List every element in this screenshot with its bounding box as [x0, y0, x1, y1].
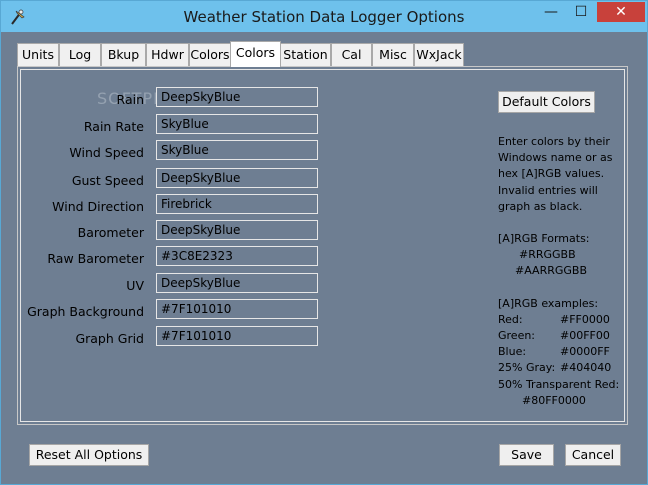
- graph-background-color-field[interactable]: [156, 299, 318, 319]
- transparent-example-name: 50% Transparent Red:: [498, 377, 620, 391]
- uv-color-field[interactable]: [156, 273, 318, 293]
- barometer-color-field[interactable]: [156, 220, 318, 240]
- minimize-button[interactable]: —: [537, 2, 565, 22]
- raw-barometer-color-field[interactable]: [156, 246, 318, 266]
- maximize-button[interactable]: ☐: [567, 2, 595, 22]
- gust-speed-label: Gust Speed: [71, 173, 144, 188]
- example-name: Red:: [498, 312, 523, 326]
- options-window: Weather Station Data Logger Options — ☐ …: [0, 0, 648, 485]
- raw-barometer-label: Raw Barometer: [47, 251, 144, 266]
- gust-speed-color-field[interactable]: [156, 168, 318, 188]
- example-row: 25% Gray: #404040: [498, 360, 619, 376]
- help-line: Enter colors by their: [498, 135, 610, 148]
- transparent-example-value: #80FF0000: [522, 393, 586, 407]
- example-value: #00FF00: [560, 329, 610, 343]
- wind-speed-color-field[interactable]: [156, 140, 318, 160]
- uv-label: UV: [126, 278, 144, 293]
- formats-title: [A]RGB Formats:: [498, 232, 590, 246]
- help-line: hex [A]RGB values.: [498, 167, 605, 181]
- example-row: Blue: #0000FF: [498, 344, 619, 360]
- format-item: #AARRGGBB: [515, 264, 587, 278]
- close-button[interactable]: ✕: [597, 2, 645, 22]
- example-name: 25% Gray:: [498, 361, 556, 375]
- help-line: graph as black.: [498, 199, 583, 213]
- tab-colors-1[interactable]: Colors: [189, 43, 231, 66]
- tab-bkup[interactable]: Bkup: [101, 43, 146, 66]
- tab-wxjack[interactable]: WxJack: [414, 43, 464, 66]
- reset-all-options-button[interactable]: Reset All Options: [29, 444, 149, 466]
- tab-misc[interactable]: Misc: [372, 43, 414, 66]
- graph-grid-label: Graph Grid: [75, 331, 144, 346]
- tab-station[interactable]: Station: [280, 43, 331, 66]
- graph-grid-color-field[interactable]: [156, 326, 318, 346]
- graph-background-label: Graph Background: [27, 304, 144, 319]
- color-help-text: Enter colors by their Windows name or as…: [498, 134, 619, 409]
- example-value: #0000FF: [560, 345, 610, 359]
- format-item: #RRGGBB: [519, 248, 576, 262]
- barometer-label: Barometer: [77, 225, 144, 240]
- example-name: Green:: [498, 329, 536, 343]
- example-row: Red: #FF0000: [498, 312, 619, 328]
- example-row: Green: #00FF00: [498, 328, 619, 344]
- help-line: Windows name or as: [498, 151, 613, 165]
- save-button[interactable]: Save: [499, 444, 554, 466]
- title-bar[interactable]: Weather Station Data Logger Options — ☐ …: [1, 1, 647, 32]
- example-value: #FF0000: [560, 312, 610, 326]
- cancel-button[interactable]: Cancel: [565, 444, 621, 466]
- tab-cal[interactable]: Cal: [331, 43, 372, 66]
- tab-colors-2[interactable]: Colors: [230, 41, 281, 67]
- rain-color-field[interactable]: [156, 87, 318, 107]
- tab-log[interactable]: Log: [59, 43, 101, 66]
- tab-hdwr[interactable]: Hdwr: [146, 43, 189, 66]
- help-line: Invalid entries will: [498, 183, 598, 197]
- wind-direction-color-field[interactable]: [156, 194, 318, 214]
- wind-direction-label: Wind Direction: [52, 199, 144, 214]
- tab-units[interactable]: Units: [17, 43, 59, 66]
- example-name: Blue:: [498, 345, 527, 359]
- example-value: #404040: [560, 361, 612, 375]
- rain-rate-label: Rain Rate: [83, 119, 144, 134]
- rain-label: Rain: [116, 92, 144, 107]
- default-colors-button[interactable]: Default Colors: [498, 91, 595, 113]
- examples-title: [A]RGB examples:: [498, 296, 599, 310]
- rain-rate-color-field[interactable]: [156, 114, 318, 134]
- wind-speed-label: Wind Speed: [69, 145, 144, 160]
